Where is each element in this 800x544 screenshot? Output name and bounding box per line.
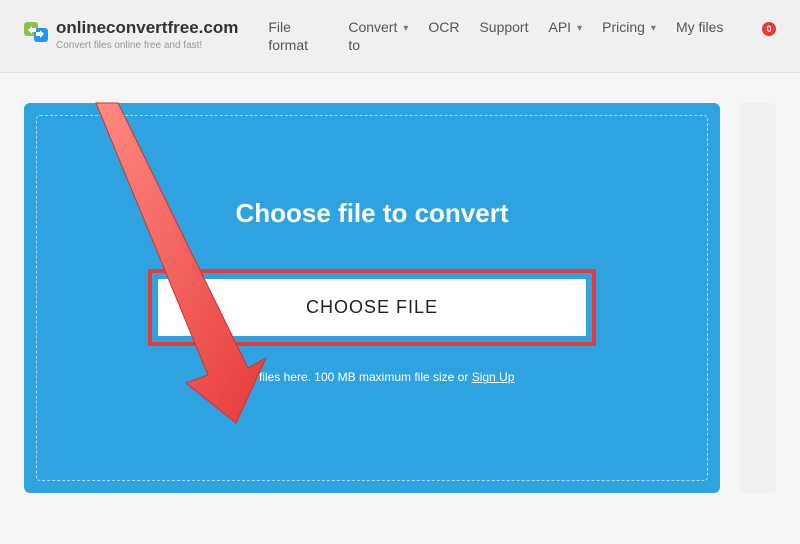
chevron-down-icon: ▾ bbox=[577, 22, 582, 35]
nav-support[interactable]: Support bbox=[479, 18, 528, 54]
choose-file-highlight: CHOOSE FILE bbox=[148, 269, 596, 346]
nav-pricing[interactable]: Pricing▾ bbox=[602, 18, 656, 54]
nav-my-files[interactable]: My files bbox=[676, 18, 723, 54]
logo-block[interactable]: onlineconvertfree.com Convert files onli… bbox=[24, 18, 238, 51]
upload-title: Choose file to convert bbox=[37, 198, 707, 229]
header: onlineconvertfree.com Convert files onli… bbox=[0, 0, 800, 73]
nav: File format Convert to▾ OCR Support API▾… bbox=[268, 18, 744, 54]
chevron-down-icon: ▾ bbox=[651, 22, 656, 35]
nav-api[interactable]: API▾ bbox=[549, 18, 583, 54]
nav-file-format[interactable]: File format bbox=[268, 18, 328, 54]
main: Choose file to convert CHOOSE FILE Drop … bbox=[0, 73, 800, 493]
nav-convert-to[interactable]: Convert to▾ bbox=[348, 18, 408, 54]
logo-subtitle: Convert files online free and fast! bbox=[56, 40, 238, 51]
sidebar-placeholder bbox=[740, 103, 776, 493]
notification-badge[interactable]: 0 bbox=[762, 22, 776, 36]
choose-file-button[interactable]: CHOOSE FILE bbox=[158, 279, 586, 336]
logo-icon bbox=[24, 20, 48, 44]
chevron-down-icon: ▾ bbox=[403, 22, 408, 35]
nav-ocr[interactable]: OCR bbox=[428, 18, 459, 54]
sign-up-link[interactable]: Sign Up bbox=[472, 370, 515, 384]
logo-title: onlineconvertfree.com bbox=[56, 18, 238, 38]
drop-hint: Drop files here. 100 MB maximum file siz… bbox=[37, 370, 707, 384]
upload-panel: Choose file to convert CHOOSE FILE Drop … bbox=[24, 103, 720, 493]
upload-dropzone[interactable]: Choose file to convert CHOOSE FILE Drop … bbox=[36, 115, 708, 481]
